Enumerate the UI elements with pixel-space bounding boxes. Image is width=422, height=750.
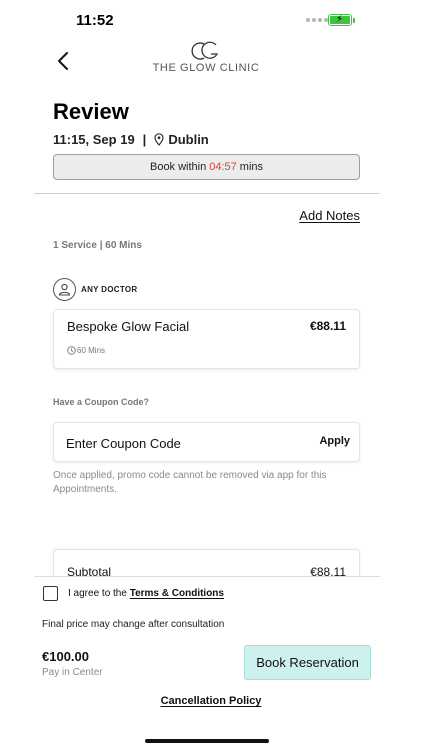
service-summary: 1 Service | 60 Mins bbox=[53, 240, 142, 251]
timer-prefix: Book within bbox=[149, 161, 207, 173]
appointment-meta: 11:15, Sep 19 | Dublin bbox=[53, 132, 209, 147]
agree-prefix: I agree to the bbox=[68, 588, 127, 599]
coupon-heading: Have a Coupon Code? bbox=[53, 397, 150, 407]
user-icon bbox=[58, 283, 71, 296]
meta-separator: | bbox=[142, 132, 147, 147]
doctor-avatar bbox=[53, 278, 76, 301]
service-price: €88.11 bbox=[309, 319, 346, 333]
signal-icon bbox=[306, 18, 328, 22]
terms-link[interactable]: Terms & Conditions bbox=[130, 588, 224, 599]
booking-timer: Book within 04:57 mins bbox=[53, 154, 360, 180]
coupon-note: Once applied, promo code cannot be remov… bbox=[53, 470, 327, 495]
battery-tip bbox=[353, 18, 355, 23]
service-name: Bespoke Glow Facial bbox=[67, 319, 190, 334]
back-button[interactable] bbox=[52, 48, 74, 74]
appointment-datetime: 11:15, Sep 19 bbox=[53, 132, 135, 147]
service-duration-text: 60 Mins bbox=[77, 346, 106, 355]
service-card: Bespoke Glow Facial €88.11 60 Mins bbox=[53, 309, 360, 369]
timer-suffix: mins bbox=[239, 161, 264, 173]
coupon-card: Apply bbox=[53, 422, 360, 462]
clinic-name: THE GLOW CLINIC bbox=[152, 62, 260, 74]
price-note: Final price may change after consultatio… bbox=[42, 619, 225, 630]
cancellation-policy: Cancellation Policy bbox=[0, 695, 422, 707]
book-reservation-button[interactable]: Book Reservation bbox=[244, 645, 371, 680]
chevron-left-icon bbox=[58, 52, 68, 70]
clock-icon bbox=[67, 346, 76, 355]
terms-agreement: I agree to the Terms & Conditions bbox=[43, 586, 224, 601]
service-duration: 60 Mins bbox=[67, 346, 105, 355]
coupon-input[interactable] bbox=[66, 433, 266, 453]
total-price: €100.00 bbox=[42, 649, 89, 664]
map-pin-icon bbox=[154, 133, 164, 146]
apply-coupon-button[interactable]: Apply bbox=[319, 435, 350, 447]
booking-footer: I agree to the Terms & Conditions Final … bbox=[0, 576, 422, 750]
pay-method-label: Pay in Center bbox=[42, 667, 103, 678]
doctor-row: ANY DOCTOR bbox=[53, 278, 138, 301]
appointment-location: Dublin bbox=[168, 132, 209, 147]
home-indicator bbox=[145, 739, 269, 743]
timer-countdown: 04:57 bbox=[209, 161, 237, 173]
terms-checkbox[interactable] bbox=[43, 586, 58, 601]
clinic-logo: THE GLOW CLINIC bbox=[150, 40, 262, 74]
doctor-label: ANY DOCTOR bbox=[81, 285, 138, 294]
glow-clinic-monogram-icon bbox=[191, 41, 219, 60]
page-title: Review bbox=[53, 99, 129, 124]
footer-divider bbox=[34, 576, 380, 577]
status-bar: 11:52 ⚡ bbox=[0, 0, 422, 44]
battery-icon: ⚡ bbox=[328, 14, 352, 26]
cancellation-policy-link[interactable]: Cancellation Policy bbox=[161, 695, 262, 707]
agree-text: I agree to the Terms & Conditions bbox=[68, 588, 224, 599]
add-notes-link[interactable]: Add Notes bbox=[299, 208, 360, 223]
status-time: 11:52 bbox=[76, 12, 114, 29]
header-divider bbox=[34, 193, 380, 194]
